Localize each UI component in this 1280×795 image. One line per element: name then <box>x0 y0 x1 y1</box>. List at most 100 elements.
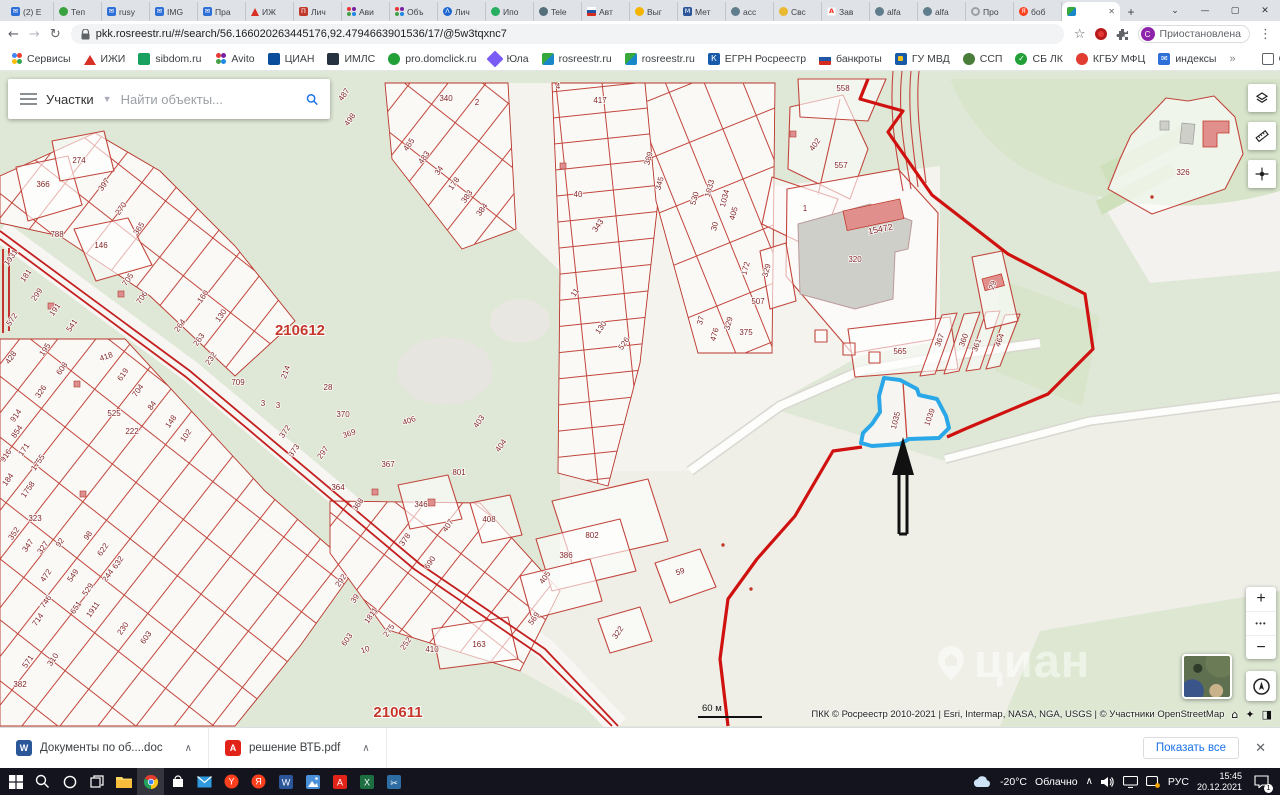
snipping-tool-icon[interactable]: ✂ <box>380 768 407 795</box>
locate-button[interactable] <box>1246 671 1276 701</box>
bookmark-item[interactable]: ✓ СБ ЛК <box>1015 52 1063 65</box>
browser-tab-active[interactable]: ✕ <box>1062 2 1120 21</box>
photos-icon[interactable] <box>299 768 326 795</box>
close-downloads-icon[interactable]: ✕ <box>1255 741 1266 756</box>
menu-dots-icon[interactable]: ⋮ <box>1259 27 1272 42</box>
action-center-button[interactable]: 1 <box>1250 771 1273 793</box>
download-menu-chevron-icon[interactable]: ∧ <box>185 743 192 754</box>
extensions-puzzle-icon[interactable] <box>1116 28 1129 41</box>
browser-tab[interactable]: ✉ Пра <box>198 2 246 21</box>
browser-tab[interactable]: Ипо <box>486 2 534 21</box>
clock[interactable]: 15:45 20.12.2021 <box>1197 771 1242 793</box>
panel-icon[interactable]: ◨ <box>1262 708 1272 721</box>
word-icon[interactable]: W <box>272 768 299 795</box>
yandex-browser-icon[interactable]: Y <box>218 768 245 795</box>
show-all-downloads-button[interactable]: Показать все <box>1142 737 1240 759</box>
new-tab-button[interactable]: + <box>1120 2 1142 21</box>
browser-tab[interactable]: ИЖ <box>246 2 294 21</box>
browser-tab[interactable]: А Зав <box>822 2 870 21</box>
browser-tab[interactable]: ✉ rusy <box>102 2 150 21</box>
download-filename[interactable]: Документы по об....doc <box>40 742 163 754</box>
start-button[interactable] <box>2 768 29 795</box>
volume-icon[interactable] <box>1100 776 1115 788</box>
url-text[interactable]: pkk.rosreestr.ru/#/search/56.16602026344… <box>96 28 507 40</box>
bookmark-item[interactable]: ИМЛС <box>327 52 375 65</box>
browser-tab[interactable]: асс <box>726 2 774 21</box>
acrobat-icon[interactable]: A <box>326 768 353 795</box>
store-icon[interactable] <box>164 768 191 795</box>
bookmark-item[interactable]: КГБУ МФЦ <box>1075 52 1145 65</box>
tab-close-icon[interactable]: ✕ <box>1108 7 1115 16</box>
taskbar-search-icon[interactable] <box>29 768 56 795</box>
browser-tab[interactable]: alfa <box>918 2 966 21</box>
download-filename[interactable]: решение ВТБ.pdf <box>249 742 340 754</box>
file-explorer-icon[interactable] <box>110 768 137 795</box>
task-view-icon[interactable] <box>83 768 110 795</box>
forward-icon[interactable]: → <box>29 27 40 42</box>
browser-tab[interactable]: Теп <box>54 2 102 21</box>
center-icon[interactable]: ✦ <box>1245 708 1254 721</box>
tray-chevron-icon[interactable]: ∧ <box>1086 776 1093 787</box>
bookmarks-overflow-icon[interactable]: » <box>1229 53 1235 65</box>
extension-red-icon[interactable] <box>1094 28 1107 40</box>
zoom-out-button[interactable]: − <box>1246 635 1276 659</box>
bookmark-item[interactable]: ✉ индексы <box>1158 52 1216 65</box>
language-indicator[interactable]: РУС <box>1168 776 1189 788</box>
cortana-icon[interactable] <box>56 768 83 795</box>
browser-tab[interactable]: Ябоб <box>1014 2 1062 21</box>
bookmark-item[interactable]: ССП <box>962 52 1002 65</box>
download-item[interactable]: Aрешение ВТБ.pdf ∧ <box>209 728 387 768</box>
menu-icon[interactable] <box>20 93 37 105</box>
bookmark-item[interactable]: ЦИАН <box>267 52 314 65</box>
download-item[interactable]: W Документы по об....doc ∧ <box>0 728 209 768</box>
weather-desc[interactable]: Облачно <box>1035 776 1078 788</box>
reading-list-button[interactable]: Список для чтения <box>1261 52 1280 65</box>
mail-icon[interactable] <box>191 768 218 795</box>
search-category-dropdown[interactable]: Участки <box>46 92 94 107</box>
position-button[interactable] <box>1248 160 1276 188</box>
bookmark-item[interactable]: Юла <box>486 50 529 67</box>
back-icon[interactable]: ← <box>8 27 19 42</box>
bookmark-star-icon[interactable]: ☆ <box>1074 27 1086 42</box>
browser-tab[interactable]: Λ Лич <box>438 2 486 21</box>
browser-tab[interactable]: Выг <box>630 2 678 21</box>
browser-tab[interactable]: Авт <box>582 2 630 21</box>
weather-temp[interactable]: -20°C <box>1000 776 1027 788</box>
address-bar[interactable]: pkk.rosreestr.ru/#/search/56.16602026344… <box>70 24 1064 44</box>
close-button[interactable]: ✕ <box>1250 6 1280 16</box>
bookmark-item[interactable]: Avito <box>214 53 255 65</box>
zoom-levels-button[interactable]: ••• <box>1246 611 1276 635</box>
zoom-in-button[interactable]: + <box>1246 587 1276 611</box>
bookmark-item[interactable]: rosreestr.ru <box>624 52 695 65</box>
bookmark-item[interactable]: банкроты <box>819 52 882 65</box>
bookmark-item[interactable]: pro.domclick.ru <box>388 52 476 65</box>
browser-tab[interactable]: Свс <box>774 2 822 21</box>
browser-tab[interactable]: Про <box>966 2 1014 21</box>
bookmark-item[interactable]: rosreestr.ru <box>541 52 612 65</box>
browser-tab[interactable]: Ави <box>342 2 390 21</box>
network-display-icon[interactable] <box>1122 775 1138 788</box>
browser-tab[interactable]: ✉ IMG <box>150 2 198 21</box>
yandex-icon[interactable]: Я <box>245 768 272 795</box>
chrome-icon[interactable] <box>137 768 164 795</box>
download-menu-chevron-icon[interactable]: ∧ <box>362 743 369 754</box>
browser-tab[interactable]: П Лич <box>294 2 342 21</box>
basemap-preview[interactable] <box>1182 654 1232 699</box>
bookmark-item[interactable]: ИЖИ <box>83 53 125 65</box>
bookmark-item[interactable]: ГУ МВД <box>894 52 950 65</box>
excel-icon[interactable]: X <box>353 768 380 795</box>
minimize-button[interactable]: — <box>1190 6 1220 16</box>
browser-tab[interactable]: Tele <box>534 2 582 21</box>
bookmark-item[interactable]: sibdom.ru <box>138 52 201 65</box>
browser-tab[interactable]: ✉ (2) Е <box>6 2 54 21</box>
reload-icon[interactable]: ↻ <box>50 27 61 42</box>
maximize-button[interactable]: ▢ <box>1220 6 1250 16</box>
home-icon[interactable]: ⌂ <box>1231 708 1238 721</box>
bookmark-item[interactable]: Сервисы <box>10 53 71 65</box>
bookmark-item[interactable]: К ЕГРН Росреестр <box>707 52 806 65</box>
browser-tab[interactable]: alfa <box>870 2 918 21</box>
app-notification-icon[interactable] <box>1145 775 1160 788</box>
browser-tab[interactable]: Объ <box>390 2 438 21</box>
tab-search-icon[interactable]: ⌄ <box>1160 6 1190 16</box>
cadastral-map-canvas[interactable]: 274366 3972703657881461931181299191705706… <box>0 71 1280 727</box>
